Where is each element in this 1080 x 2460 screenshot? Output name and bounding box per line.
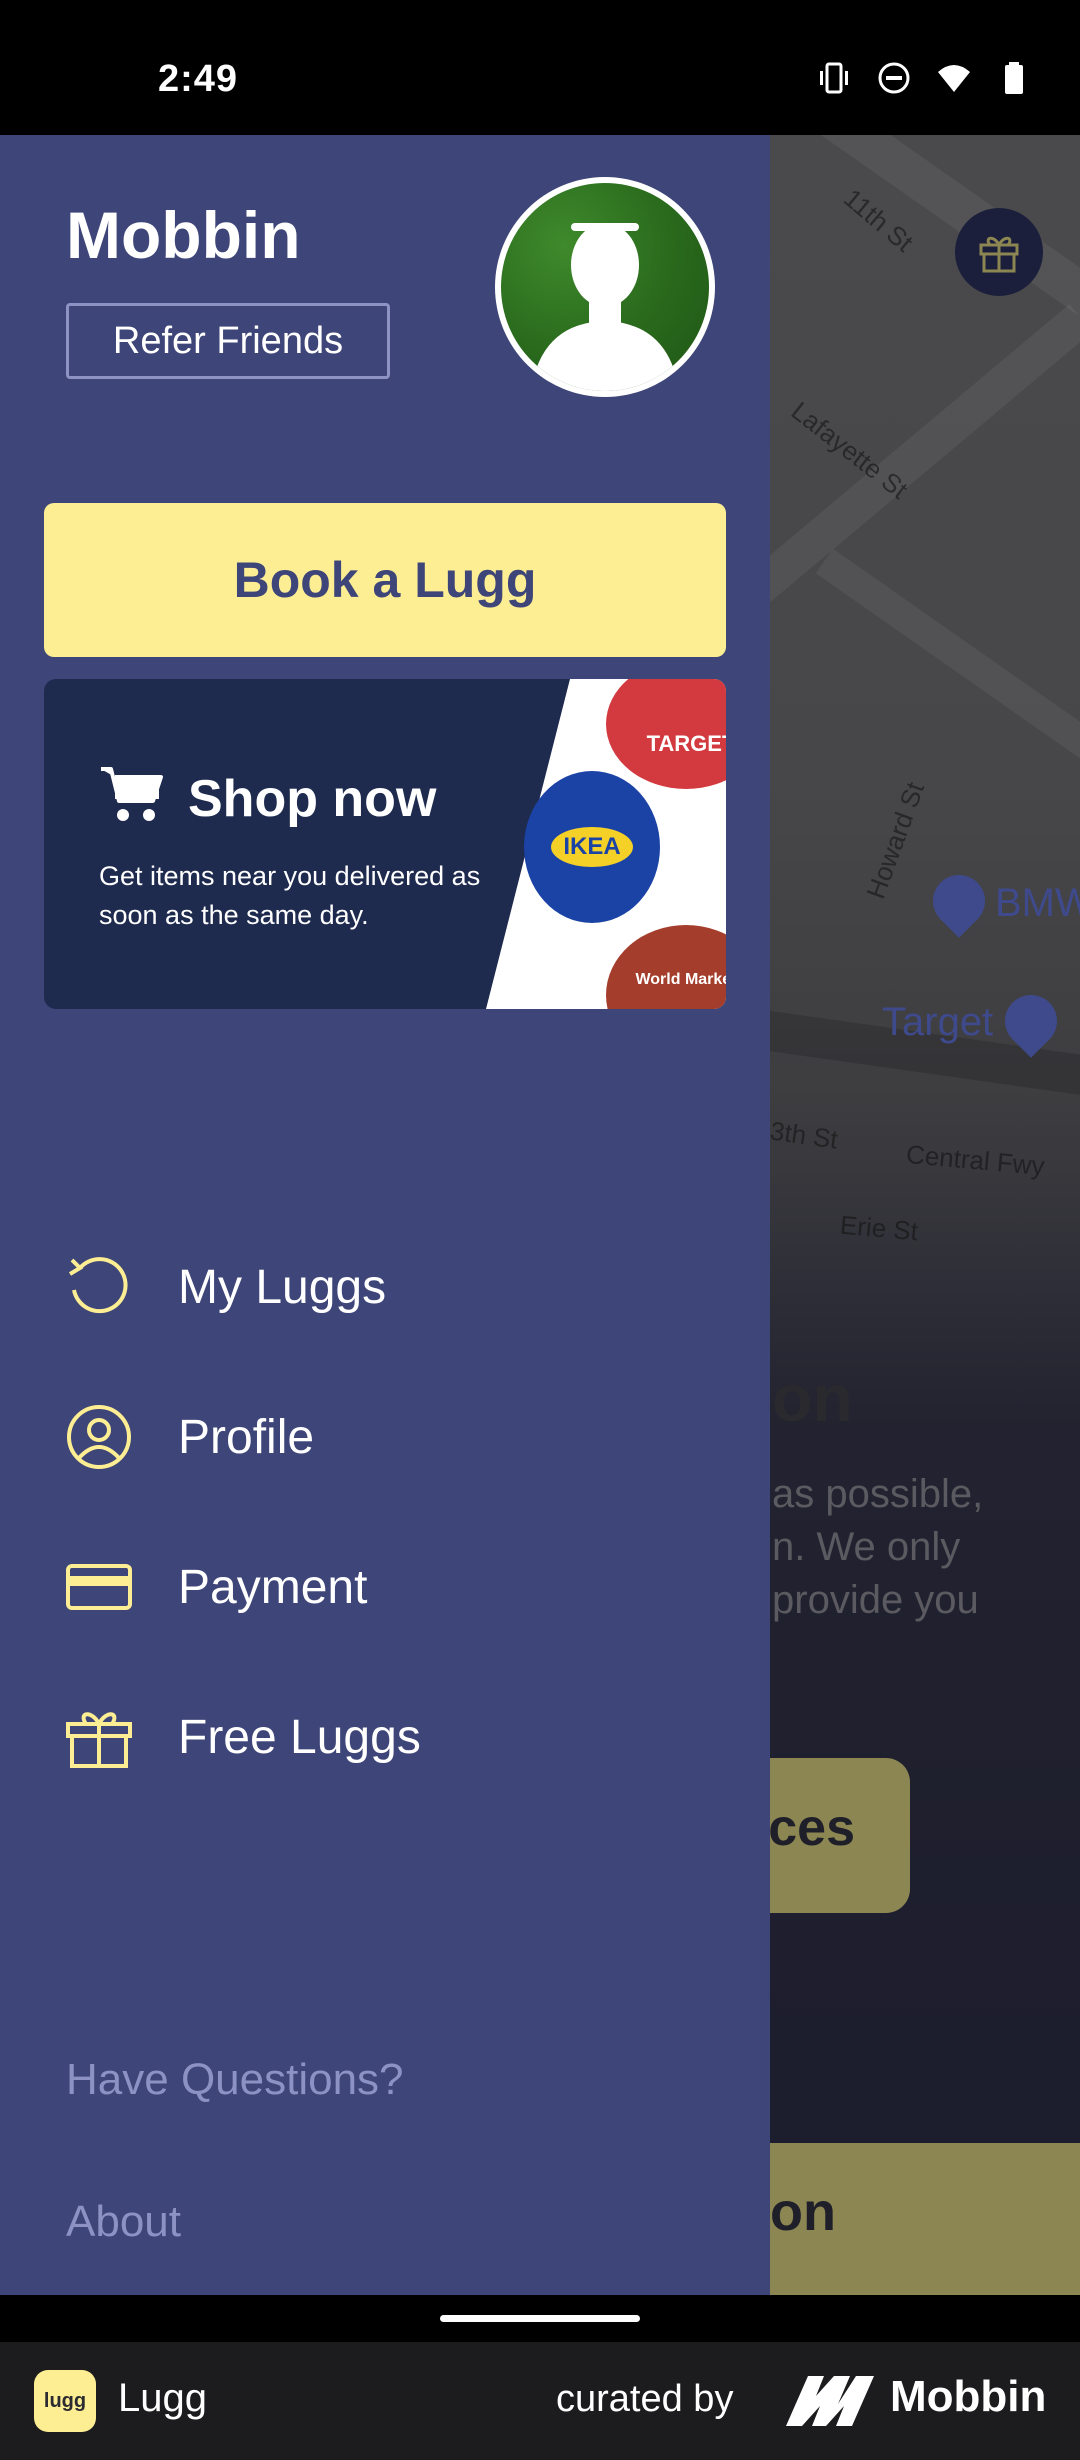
status-bar: 2:49: [0, 0, 1080, 135]
map-label: Howard St: [860, 778, 931, 903]
navigation-drawer: Mobbin Refer Friends Book a Lugg Shop no…: [0, 135, 770, 2295]
gift-fab-button[interactable]: [955, 208, 1043, 296]
vibrate-icon: [816, 60, 852, 96]
cart-icon: [101, 767, 163, 821]
credit-card-icon: [66, 1564, 132, 1610]
have-questions-link[interactable]: Have Questions?: [66, 2055, 404, 2105]
history-icon: [68, 1257, 128, 1314]
map-label: 3th St: [770, 1115, 840, 1155]
map-poi: BMW: [995, 881, 1080, 925]
shop-now-title: Shop now: [188, 770, 437, 828]
background-heading: on: [772, 1361, 853, 1435]
mobbin-brand-name: Mobbin: [890, 2372, 1047, 2421]
user-circle-icon: [67, 1405, 131, 1469]
menu-label: Profile: [178, 1410, 315, 1464]
menu-item-payment[interactable]: Payment: [66, 1545, 367, 1629]
menu-item-profile[interactable]: Profile: [66, 1395, 314, 1479]
curated-by-label: curated by: [556, 2378, 734, 2420]
ikea-logo: IKEA: [524, 771, 660, 923]
background-bottom-button: on: [770, 2143, 1080, 2295]
map-label: Central Fwy: [905, 1139, 1046, 1181]
system-nav-bar: [0, 2295, 1080, 2342]
about-link[interactable]: About: [66, 2197, 181, 2247]
shop-now-card[interactable]: Shop now Get items near you delivered as…: [44, 679, 726, 1009]
map-label: Erie St: [838, 1209, 920, 1247]
map-pin-icon: [922, 864, 996, 938]
menu-item-free-luggs[interactable]: Free Luggs: [66, 1695, 421, 1779]
gift-icon: [66, 1712, 132, 1768]
lugg-app-logo: lugg: [34, 2370, 96, 2432]
wifi-icon: [936, 60, 972, 96]
menu-label: Free Luggs: [178, 1710, 421, 1764]
menu-label: Payment: [178, 1560, 368, 1614]
map-poi: Target: [882, 1000, 994, 1044]
menu-item-my-luggs[interactable]: My Luggs: [66, 1245, 386, 1329]
status-time: 2:49: [158, 58, 239, 100]
refer-friends-button[interactable]: Refer Friends: [66, 303, 390, 379]
book-a-lugg-button[interactable]: Book a Lugg: [44, 503, 726, 657]
mobbin-logo-icon: [786, 2376, 874, 2426]
do-not-disturb-icon: [876, 60, 912, 96]
menu-label: My Luggs: [178, 1260, 387, 1314]
status-icons: [816, 60, 1032, 96]
app-name: Lugg: [118, 2376, 207, 2420]
branding-bar: lugg Lugg curated by Mobbin: [0, 2342, 1080, 2460]
user-name: Mobbin: [66, 198, 301, 272]
avatar-silhouette-icon: [531, 223, 679, 391]
background-text: as possible, n. We only provide you: [772, 1472, 984, 1622]
home-handle[interactable]: [440, 2315, 640, 2322]
map-background: 11th St Lafayette St Howard St 3th St Ce…: [770, 135, 1080, 2295]
avatar[interactable]: [495, 177, 715, 397]
gift-icon: [979, 236, 1019, 273]
shop-now-description: Get items near you delivered as soon as …: [99, 861, 481, 930]
battery-icon: [996, 60, 1032, 96]
